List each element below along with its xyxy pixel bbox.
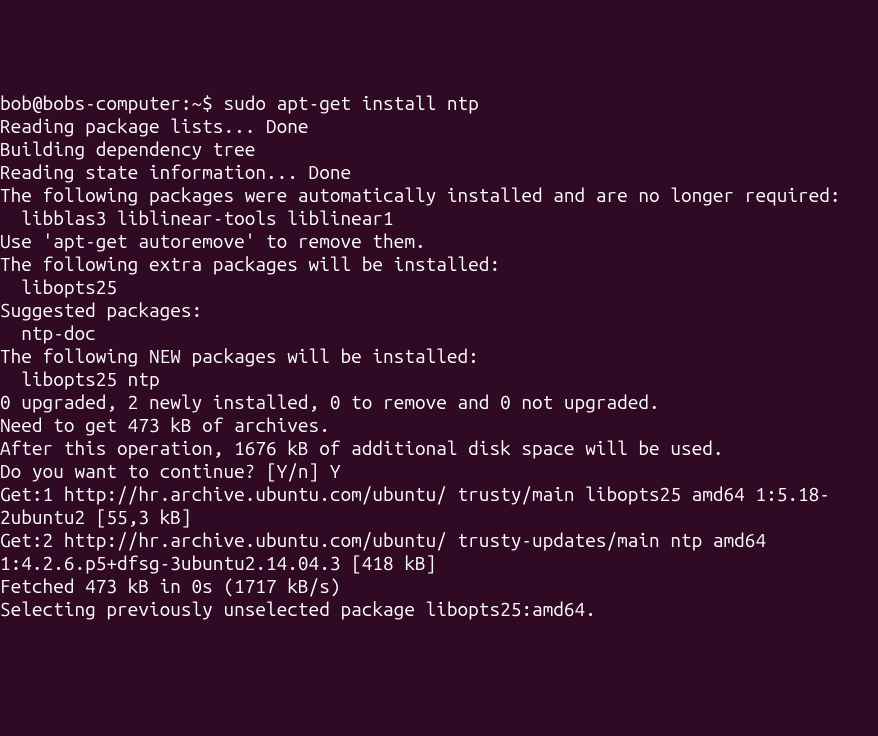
output-line: Selecting previously unselected package … [0,598,878,621]
output-line: libopts25 ntp [0,368,878,391]
output-line: Do you want to continue? [Y/n] Y [0,460,878,483]
terminal-output[interactable]: bob@bobs-computer:~$ sudo apt-get instal… [0,92,878,621]
output-line: Get:1 http://hr.archive.ubuntu.com/ubunt… [0,483,878,529]
command-text: sudo apt-get install ntp [223,92,478,114]
output-line: Reading state information... Done [0,161,878,184]
output-line: Fetched 473 kB in 0s (1717 kB/s) [0,575,878,598]
output-line: Use 'apt-get autoremove' to remove them. [0,230,878,253]
output-line: 0 upgraded, 2 newly installed, 0 to remo… [0,391,878,414]
output-line: The following packages were automaticall… [0,184,878,207]
output-line: Reading package lists... Done [0,115,878,138]
command-line: bob@bobs-computer:~$ sudo apt-get instal… [0,92,878,115]
output-line: Get:2 http://hr.archive.ubuntu.com/ubunt… [0,529,878,575]
output-line: ntp-doc [0,322,878,345]
output-line: After this operation, 1676 kB of additio… [0,437,878,460]
output-line: Need to get 473 kB of archives. [0,414,878,437]
output-line: libblas3 liblinear-tools liblinear1 [0,207,878,230]
output-line: The following extra packages will be ins… [0,253,878,276]
output-line: The following NEW packages will be insta… [0,345,878,368]
output-line: Suggested packages: [0,299,878,322]
prompt: bob@bobs-computer:~$ [0,92,223,114]
output-line: Building dependency tree [0,138,878,161]
output-line: libopts25 [0,276,878,299]
